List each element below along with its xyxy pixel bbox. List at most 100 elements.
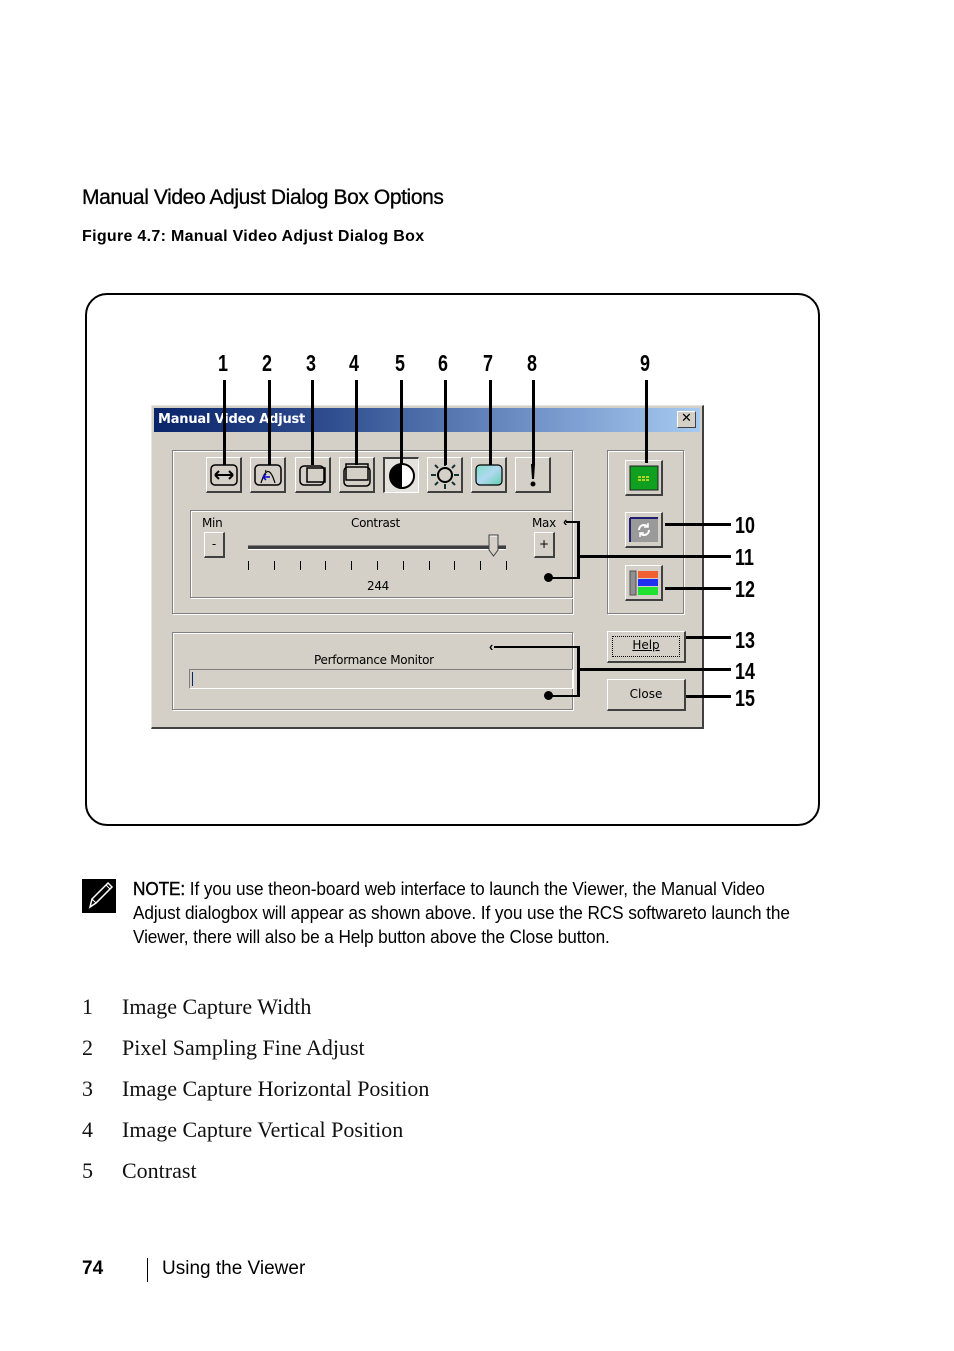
callout-9: 9 [640,350,650,376]
leader-line-11 [578,555,731,558]
slider-value: 244 [367,579,390,593]
close-label: Close [629,687,663,701]
leader-line-10 [665,523,731,526]
performance-monitor-fill [192,672,193,686]
bracket-11-arrow-line [566,521,579,523]
bracket-11-vertical [577,521,580,579]
increase-button[interactable]: + [534,532,555,558]
color-mode-button[interactable] [625,565,663,601]
auto-adjust-video-icon [629,465,658,490]
leader-line-8 [532,380,535,465]
contrast-icon [388,462,415,489]
leader-line-15 [686,695,731,698]
note-pencil-icon [82,879,116,913]
page-number: 74 [82,1258,104,1279]
legend-number: 5 [82,1158,93,1183]
leader-line-2 [268,380,271,465]
legend-label: Image Capture Horizontal Position [122,1076,430,1101]
slider-tick [377,561,378,570]
footer-section: Using the Viewer [162,1258,306,1279]
auto-adjust-video-button[interactable] [625,460,663,496]
note-body: If you use theon-board web interface to … [133,878,790,947]
callout-5: 5 [395,350,405,376]
vertical-position-icon [342,462,371,487]
section-title: Manual Video Adjust Dialog Box Options [82,186,444,209]
bracket-14-arrow-line [494,646,579,648]
legend-number: 4 [82,1117,93,1142]
manual-video-adjust-dialog: Manual Video Adjust ✕ Min Contrast Max -… [151,405,704,729]
noise-threshold-icon [474,463,503,486]
callout-11: 11 [735,544,754,570]
leader-line-3 [311,380,314,465]
callout-7: 7 [483,350,493,376]
slider-tick [273,561,275,570]
close-icon: ✕ [681,411,692,426]
arrow-left-icon: ‹ [563,514,568,529]
title-close-button[interactable]: ✕ [677,411,696,428]
leader-line-9 [645,380,648,463]
slider-tick [428,561,430,570]
refresh-image-button[interactable] [625,512,663,548]
callout-8: 8 [527,350,537,376]
callout-4: 4 [349,350,359,376]
leader-line-6 [444,380,447,465]
arrow-left-icon: ‹ [489,639,494,654]
legend-label: Image Capture Width [122,994,312,1019]
horizontal-arrow-icon [209,463,238,486]
dialog-title: Manual Video Adjust [158,412,306,427]
callout-6: 6 [438,350,448,376]
minus-label: - [211,537,217,551]
callout-2: 2 [262,350,272,376]
slider-tick [299,561,301,570]
leader-line-13 [686,636,731,639]
leader-line-4 [355,380,358,465]
slider-track[interactable] [248,545,506,550]
slider-tick [325,561,327,570]
bracket-14-bottom [549,695,579,697]
pixel-sampling-icon [253,463,282,486]
horizontal-position-icon [298,464,326,486]
callout-1: 1 [218,350,228,376]
callout-15: 15 [735,685,755,711]
leader-line-1 [223,380,226,465]
leader-line-5 [400,380,403,465]
callout-10: 10 [735,512,755,538]
close-button[interactable]: Close [607,679,686,711]
callout-13: 13 [735,627,755,653]
callout-12: 12 [735,576,755,602]
legend-number: 2 [82,1035,93,1060]
performance-monitor-bar [189,669,573,689]
bracket-11-bottom [549,577,579,579]
help-button[interactable]: Help [607,631,686,663]
callout-3: 3 [306,350,316,376]
legend-number: 1 [82,994,93,1019]
slider-min-label: Min [202,516,223,530]
slider-tick [506,561,507,570]
leader-line-14 [578,668,731,671]
slider-tick [480,561,482,570]
legend-label: Image Capture Vertical Position [122,1117,404,1142]
note-text: NOTE: If you use theon-board web interfa… [133,877,803,949]
title-bar[interactable]: Manual Video Adjust ✕ [154,408,700,432]
slider-tick [454,561,456,570]
decrease-button[interactable]: - [204,532,225,558]
performance-monitor-label: Performance Monitor [314,653,434,667]
bracket-14-vertical [577,646,580,697]
bracket-14-dot [544,691,553,700]
leader-line-12 [665,587,731,590]
legend-number: 3 [82,1076,93,1101]
slider-thumb[interactable] [488,534,499,557]
legend-label: Contrast [122,1158,197,1183]
slider-max-label: Max [532,516,556,530]
refresh-image-icon [628,516,658,542]
footer-divider [147,1258,148,1282]
slider-tick [402,561,404,570]
legend-label: Pixel Sampling Fine Adjust [122,1035,365,1060]
note-label: NOTE: [133,878,186,899]
plus-label: + [538,537,550,551]
color-mode-icon [629,570,658,595]
bracket-11-dot [544,573,553,582]
slider-tick [351,561,353,570]
figure-caption: Figure 4.7: Manual Video Adjust Dialog B… [82,228,425,245]
callout-14: 14 [735,658,755,684]
